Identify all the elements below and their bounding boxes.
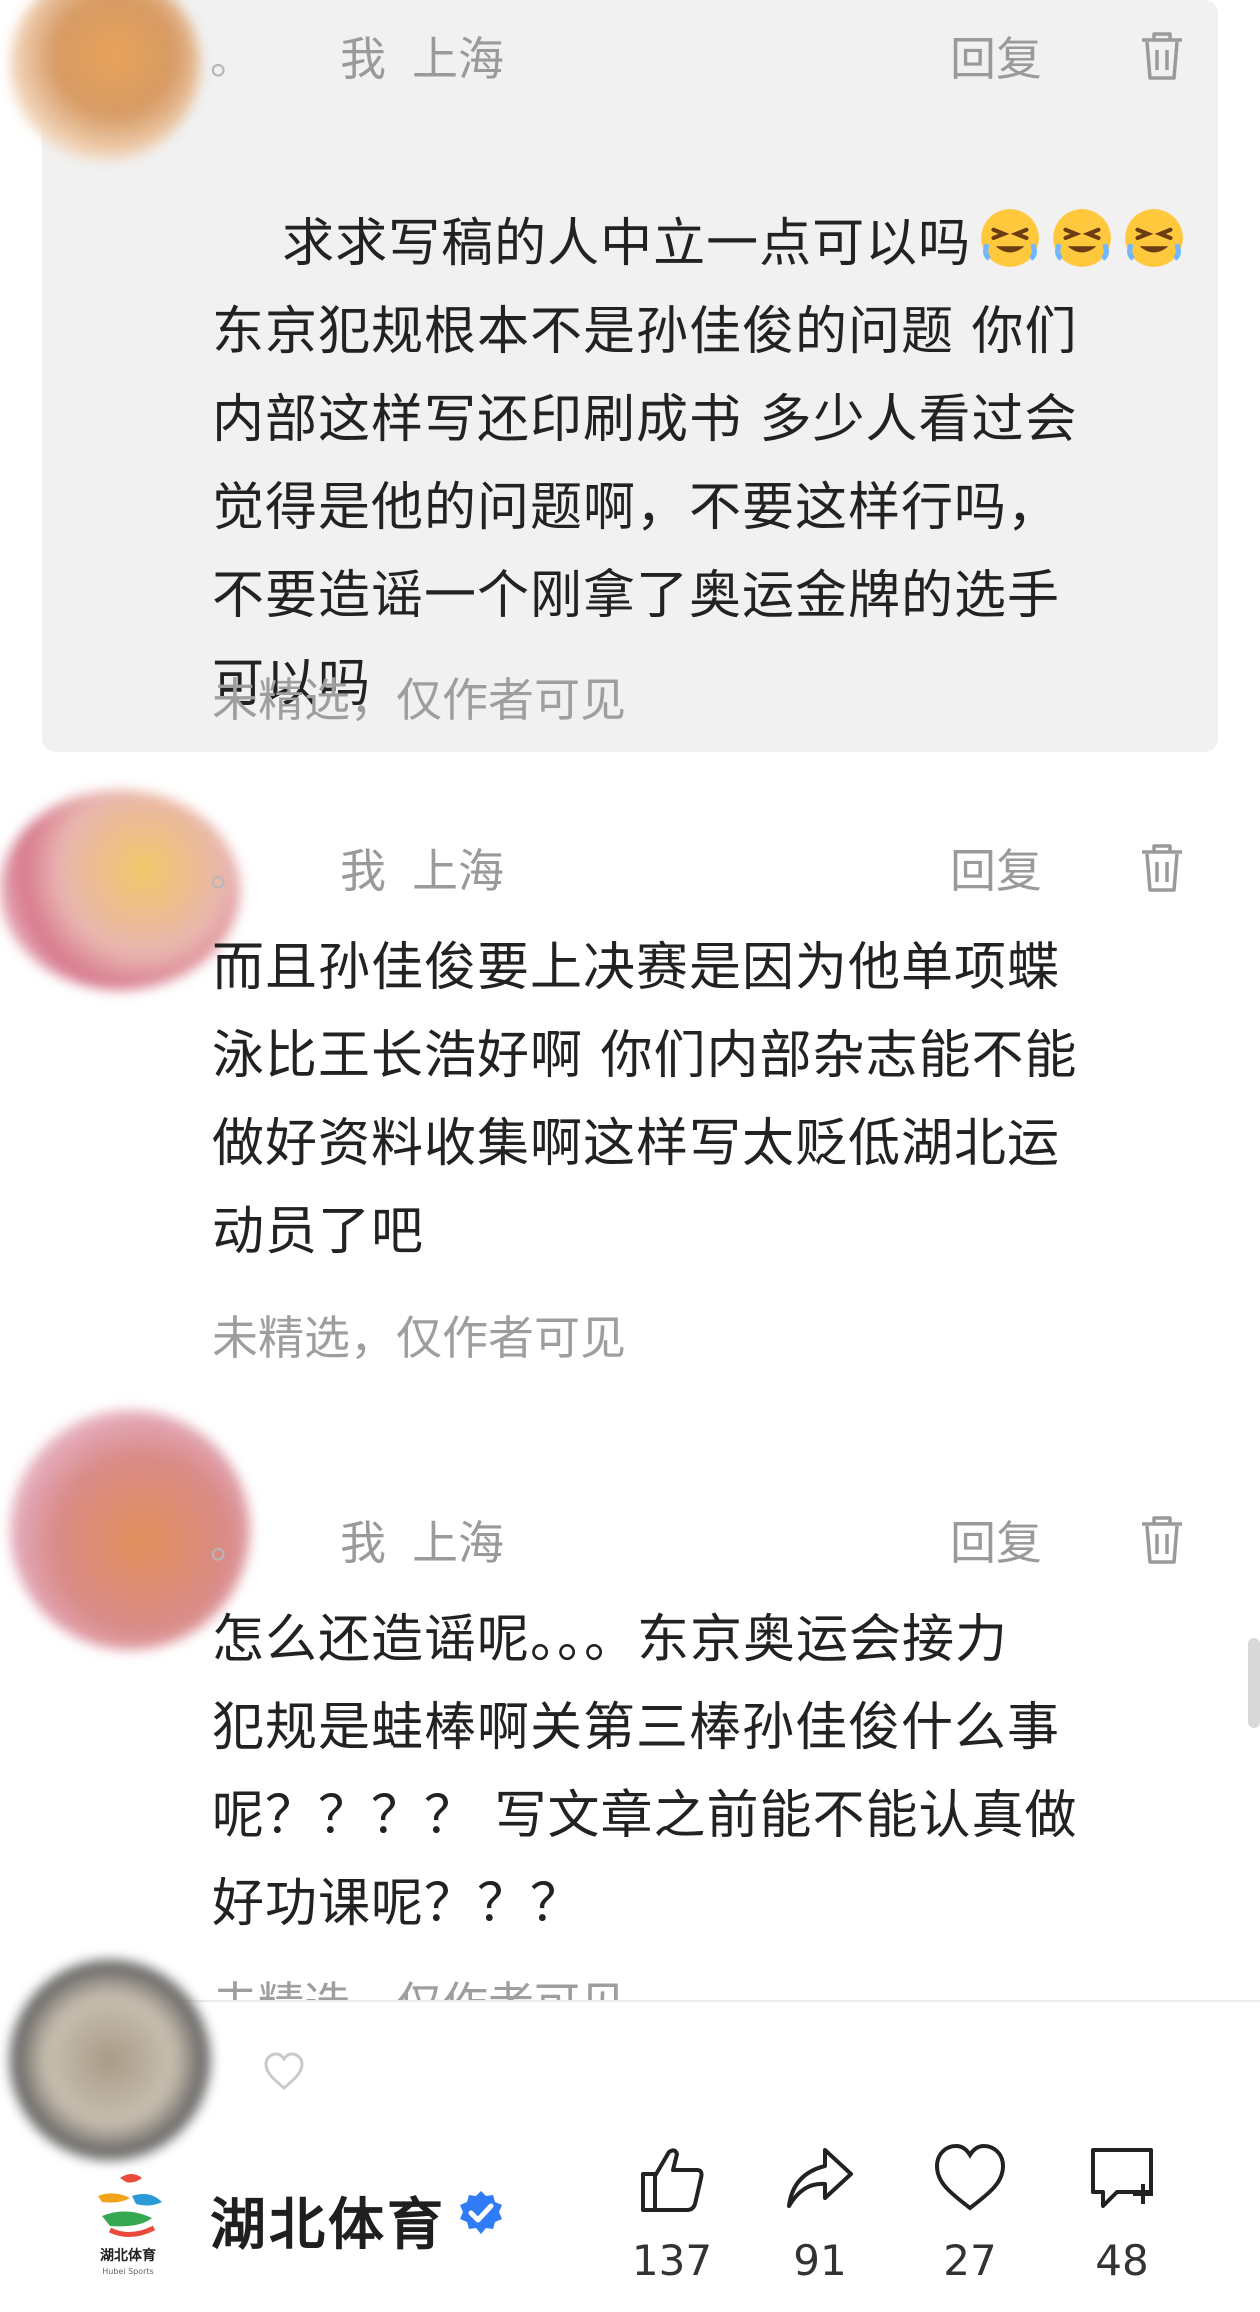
share-button[interactable]: 91 [760, 2140, 880, 2285]
comment-location: 上海 [412, 844, 504, 898]
hubei-sports-logo: 湖北体育 Hubei Sports [98, 2174, 162, 2276]
comment-text: 而且孙佳俊要上决赛是因为他单项蝶 泳比王长浩好啊 你们内部杂志能不能 做好资料收… [212, 938, 1078, 1262]
favorite-button[interactable]: 27 [910, 2140, 1030, 2285]
comment-meta: 。 我 上海 回复 [210, 26, 1190, 86]
masked-username-dot: 。 [210, 846, 253, 896]
masked-username-dot: 。 [210, 34, 253, 84]
verified-badge-icon [460, 2191, 502, 2234]
comment-username[interactable]: 我 [340, 1507, 386, 1573]
share-count: 91 [793, 2236, 847, 2285]
logo-text: 湖北体育 [100, 2247, 156, 2264]
like-button[interactable]: 137 [612, 2140, 732, 2285]
reply-button[interactable]: 回复 [950, 835, 1042, 901]
comment-status: 未精选，仅作者可见 [212, 673, 626, 727]
reply-button[interactable]: 回复 [950, 1507, 1042, 1573]
masked-username-dot: 。 [210, 1518, 253, 1568]
comment-text-rest: 东京犯规根本不是孙佳俊的问题 你们 内部这样写还印刷成书 多少人看过会 觉得是他… [212, 302, 1078, 714]
comment-text-line: 求求写稿的人中立一点可以吗 [282, 214, 972, 274]
thumbs-up-icon [641, 2148, 704, 2212]
account-name[interactable]: 湖北体育 [210, 2180, 446, 2261]
comment-username[interactable]: 我 [340, 23, 386, 89]
comment-add-icon [1091, 2148, 1153, 2208]
grinning-squint-emoji-icon [1053, 209, 1112, 267]
avatar[interactable] [10, 1960, 210, 2160]
grinning-squint-emoji-icon [981, 209, 1040, 267]
heart-outline-icon[interactable] [262, 2050, 306, 2094]
trash-icon[interactable] [1134, 1512, 1190, 1568]
avatar[interactable] [0, 790, 240, 990]
comment-meta: 。 我 上海 回复 [210, 1510, 1190, 1570]
comment-text: 怎么还造谣呢。。。东京奥运会接力 犯规是蛙棒啊关第三棒孙佳俊什么事 呢？？？？ … [212, 1610, 1078, 1934]
reply-button[interactable]: 回复 [950, 23, 1042, 89]
comment-username[interactable]: 我 [340, 835, 386, 901]
like-count: 137 [631, 2236, 713, 2285]
comment-meta: 。 我 上海 回复 [210, 838, 1190, 898]
grinning-squint-emoji-icon [1125, 209, 1184, 267]
comment-count: 48 [1095, 2236, 1149, 2285]
logo-subtext: Hubei Sports [102, 2267, 154, 2276]
divider [170, 2000, 1260, 2002]
comment-location: 上海 [412, 1516, 504, 1570]
trash-icon[interactable] [1134, 28, 1190, 84]
comment-location: 上海 [412, 32, 504, 86]
scrollbar[interactable] [1248, 1638, 1260, 1728]
comment-button[interactable]: 48 [1062, 2140, 1182, 2285]
share-arrow-icon [787, 2148, 853, 2208]
favorite-count: 27 [943, 2236, 997, 2285]
heart-icon [934, 2143, 1006, 2211]
comment-status: 未精选，仅作者可见 [212, 1311, 626, 1365]
trash-icon[interactable] [1134, 840, 1190, 896]
